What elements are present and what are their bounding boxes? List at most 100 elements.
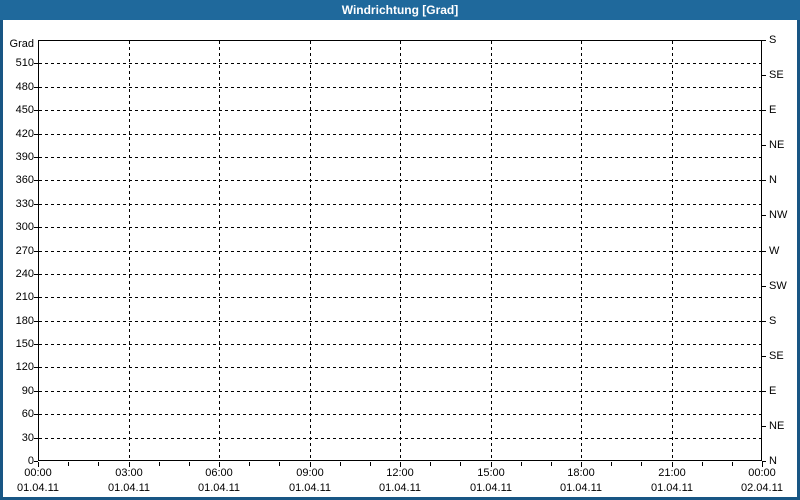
y-right-axis-tick [762,75,766,76]
x-axis-date-label: 01.04.11 [288,482,331,494]
x-axis-date-label: 01.04.11 [650,482,693,494]
x-axis-minor-tick [702,462,703,466]
x-gridline [491,41,492,460]
x-axis-minor-tick [611,462,612,466]
y-axis-tick [34,157,38,158]
y-axis-tick-label: 90 [21,385,34,397]
y-axis-tick-label: 270 [15,245,34,257]
y-right-axis-tick [762,145,766,146]
compass-label: SE [769,350,784,362]
x-axis-minor-tick [641,462,642,466]
compass-label: W [769,245,780,257]
window-title: Windrichtung [Grad] [341,3,459,17]
y-right-axis-tick [762,251,766,252]
y-axis-tick [34,180,38,181]
compass-label: NW [769,209,788,221]
y-axis-tick-label: 510 [15,57,34,69]
chart-window: Windrichtung [Grad] 0 30 60 90 120 150 180 210 2… [0,0,800,500]
x-axis-date-label: 01.04.11 [107,482,150,494]
y-axis-tick [34,344,38,345]
y-axis-tick [34,110,38,111]
x-axis-minor-tick [340,462,341,466]
compass-label: E [769,104,777,116]
x-gridline [400,41,401,460]
y-axis-tick-label: 480 [15,81,34,93]
x-axis-time-label: 15:00 [477,467,505,479]
y-axis-tick [34,438,38,439]
y-axis-unit-label: Grad [9,38,34,50]
y-axis-tick [34,63,38,64]
compass-label: N [769,174,777,186]
y-axis-tick-label: 210 [15,291,34,303]
compass-label: E [769,385,777,397]
x-gridline [672,41,673,460]
x-axis-time-label: 00:00 [748,467,776,479]
x-axis-time-label: 12:00 [386,467,414,479]
x-axis-time-label: 09:00 [296,467,324,479]
y-right-axis-tick [762,391,766,392]
y-axis-tick-label: 30 [21,432,34,444]
x-axis-date-label: 01.04.11 [16,482,59,494]
x-axis-minor-tick [159,462,160,466]
compass-label: NE [769,139,785,151]
y-axis-tick [34,227,38,228]
x-axis-minor-tick [430,462,431,466]
x-axis-minor-tick [249,462,250,466]
y-axis-tick-label: 330 [15,198,34,210]
y-axis-tick-label: 120 [15,361,34,373]
y-axis-tick-label: 390 [15,151,34,163]
x-axis-minor-tick [370,462,371,466]
y-axis-tick [34,274,38,275]
y-axis-tick-label: 420 [15,128,34,140]
y-axis-tick-label: 180 [15,315,34,327]
compass-label: S [769,34,777,46]
y-axis-tick [34,204,38,205]
x-axis-date-label: 01.04.11 [378,482,421,494]
x-axis-time-label: 18:00 [567,467,595,479]
x-axis-date-label: 01.04.11 [197,482,240,494]
compass-label: N [769,455,777,467]
x-axis-time-label: 00:00 [24,467,52,479]
y-right-axis-tick [762,321,766,322]
x-axis-minor-tick [98,462,99,466]
y-axis-tick [34,251,38,252]
y-axis-tick [34,391,38,392]
y-axis-tick-label: 0 [27,455,34,467]
x-axis-minor-tick [279,462,280,466]
x-axis-minor-tick [189,462,190,466]
y-axis-tick [34,87,38,88]
compass-label: S [769,315,777,327]
x-axis-minor-tick [521,462,522,466]
y-right-axis-tick [762,286,766,287]
y-axis-tick-label: 240 [15,268,34,280]
compass-label: SE [769,69,784,81]
compass-label: NE [769,420,785,432]
y-axis-tick [34,297,38,298]
x-axis-minor-tick [68,462,69,466]
window-title-bar: Windrichtung [Grad] [0,0,800,20]
y-right-axis-tick [762,356,766,357]
y-right-axis-tick [762,180,766,181]
x-axis-minor-tick [460,462,461,466]
y-axis-tick [34,414,38,415]
y-axis-tick [34,321,38,322]
y-right-axis-tick [762,40,766,41]
x-axis-date-label: 02.04.11 [740,482,783,494]
y-axis-tick-label: 450 [15,104,34,116]
y-axis-tick [34,134,38,135]
compass-label: SW [769,280,787,292]
y-axis-tick-label: 300 [15,221,34,233]
x-gridline [581,41,582,460]
x-gridline [310,41,311,460]
y-axis-tick [34,367,38,368]
x-gridline [219,41,220,460]
x-axis-time-label: 06:00 [205,467,233,479]
y-right-axis-tick [762,426,766,427]
x-axis-minor-tick [551,462,552,466]
y-right-axis-tick [762,110,766,111]
x-axis-time-label: 21:00 [658,467,686,479]
x-axis-minor-tick [732,462,733,466]
x-axis-date-label: 01.04.11 [469,482,512,494]
x-axis-time-label: 03:00 [115,467,143,479]
y-axis-tick-label: 60 [21,408,34,420]
